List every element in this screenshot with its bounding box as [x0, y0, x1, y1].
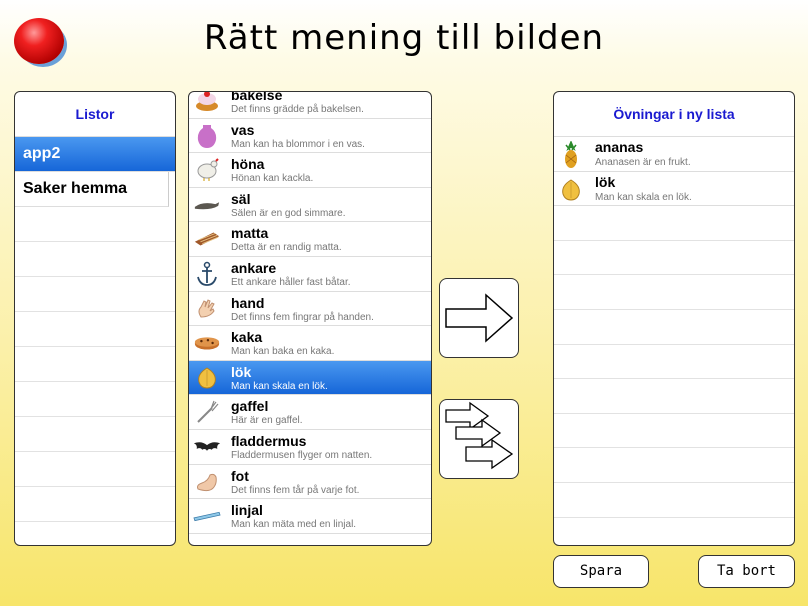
triple-arrow-icon [445, 401, 514, 470]
word-sentence: Man kan baka en kaka. [231, 346, 335, 358]
word-row-hona[interactable]: höna Hönan kan kackla. [189, 153, 431, 188]
word-label: säl [231, 190, 251, 207]
empty-row [554, 241, 794, 276]
word-label: ankare [231, 259, 277, 276]
onion-icon [558, 176, 584, 204]
empty-row [15, 487, 175, 522]
pineapple-icon [558, 141, 584, 169]
empty-row [554, 275, 794, 310]
cookie-icon [193, 331, 221, 355]
word-list[interactable]: bakelse Det finns grädde på bakelsen. va… [189, 91, 431, 534]
exercise-sentence: Ananasen är en frukt. [595, 157, 691, 168]
seal-icon [193, 193, 221, 217]
word-sentence: Det finns grädde på bakelsen. [231, 104, 364, 115]
word-label: höna [231, 156, 265, 173]
fork-icon [193, 400, 221, 424]
lists-panel: Listor app2 Saker hemma [14, 91, 176, 546]
word-label: fot [231, 467, 249, 484]
word-label: lök [231, 363, 252, 380]
word-sentence: Det finns fem tår på varje fot. [231, 484, 360, 496]
empty-row [15, 312, 175, 347]
empty-row [15, 242, 175, 277]
hen-icon [193, 158, 221, 182]
word-sentence: Det finns fem fingrar på handen. [231, 311, 374, 323]
empty-row [554, 379, 794, 414]
empty-row [554, 310, 794, 345]
empty-row [15, 382, 175, 417]
word-sentence: Sälen är en god simmare. [231, 207, 346, 219]
word-sentence: Detta är en randig matta. [231, 242, 342, 254]
word-row-bakelse[interactable]: bakelse Det finns grädde på bakelsen. [189, 91, 431, 119]
word-row-linjal[interactable]: linjal Man kan mäta med en linjal. [189, 499, 431, 534]
empty-row [15, 207, 175, 242]
word-label: hand [231, 294, 265, 311]
word-sentence: Man kan ha blommor i en vas. [231, 138, 365, 150]
word-row-matta[interactable]: matta Detta är en randig matta. [189, 222, 431, 257]
word-sentence: Ett ankare håller fast båtar. [231, 276, 351, 288]
add-all-words-button[interactable] [439, 399, 519, 479]
add-word-button[interactable] [439, 278, 519, 358]
exercise-row-lok[interactable]: lök Man kan skala en lök. [554, 172, 794, 207]
word-sentence: Hönan kan kackla. [231, 173, 314, 185]
word-row-kaka[interactable]: kaka Man kan baka en kaka. [189, 326, 431, 361]
exercise-row-ananas[interactable]: ananas Ananasen är en frukt. [554, 137, 794, 172]
word-row-vas[interactable]: vas Man kan ha blommor i en vas. [189, 119, 431, 154]
word-row-fot[interactable]: fot Det finns fem tår på varje fot. [189, 465, 431, 500]
empty-row [554, 345, 794, 380]
word-label: matta [231, 225, 269, 242]
exercises-panel-header: Övningar i ny lista [554, 92, 794, 137]
foot-icon [193, 470, 221, 494]
word-sentence: Man kan skala en lök. [231, 380, 328, 392]
word-sentence: Här är en gaffel. [231, 415, 303, 427]
page-title: Rätt mening till bilden [203, 18, 605, 58]
word-row-hand[interactable]: hand Det finns fem fingrar på handen. [189, 292, 431, 327]
rug-icon [193, 227, 221, 251]
word-row-fladdermus[interactable]: fladdermus Fladdermusen flyger om natten… [189, 430, 431, 465]
word-row-lok[interactable]: lök Man kan skala en lök. [189, 360, 431, 396]
word-row-sal[interactable]: säl Sälen är en god simmare. [189, 188, 431, 223]
word-label: linjal [231, 502, 263, 519]
empty-row [554, 448, 794, 483]
list-item-app2[interactable]: app2 [15, 137, 175, 172]
empty-row [554, 414, 794, 449]
exercise-word: ananas [595, 139, 644, 155]
word-label: fladdermus [231, 432, 307, 449]
vase-icon [193, 124, 221, 148]
ruler-icon [193, 504, 221, 528]
word-row-ankare[interactable]: ankare Ett ankare håller fast båtar. [189, 257, 431, 292]
save-button[interactable]: Spara [553, 555, 649, 588]
lists-panel-header: Listor [15, 92, 175, 137]
exercise-word: lök [595, 173, 616, 190]
word-list-panel[interactable]: bakelse Det finns grädde på bakelsen. va… [188, 91, 432, 546]
empty-row [15, 347, 175, 382]
word-label: gaffel [231, 398, 269, 415]
word-sentence: Fladdermusen flyger om natten. [231, 449, 373, 461]
empty-row [15, 452, 175, 487]
arrow-right-icon [445, 293, 514, 343]
word-sentence: Man kan mäta med en linjal. [231, 519, 357, 531]
empty-row [554, 483, 794, 518]
onion-icon [193, 366, 221, 390]
word-label: bakelse [231, 91, 283, 103]
bat-icon [193, 435, 221, 459]
exercises-panel: Övningar i ny lista ananas Ananasen är e… [553, 91, 795, 546]
hand-icon [193, 297, 221, 321]
list-item-saker-hemma[interactable]: Saker hemma [15, 172, 169, 207]
empty-row [554, 206, 794, 241]
empty-row [15, 277, 175, 312]
exercise-sentence: Man kan skala en lök. [595, 191, 692, 203]
word-label: vas [231, 121, 255, 138]
anchor-icon [193, 261, 221, 286]
word-row-gaffel[interactable]: gaffel Här är en gaffel. [189, 395, 431, 430]
word-label: kaka [231, 329, 263, 346]
delete-button[interactable]: Ta bort [698, 555, 795, 588]
empty-row [15, 417, 175, 452]
pastry-icon [193, 92, 221, 113]
